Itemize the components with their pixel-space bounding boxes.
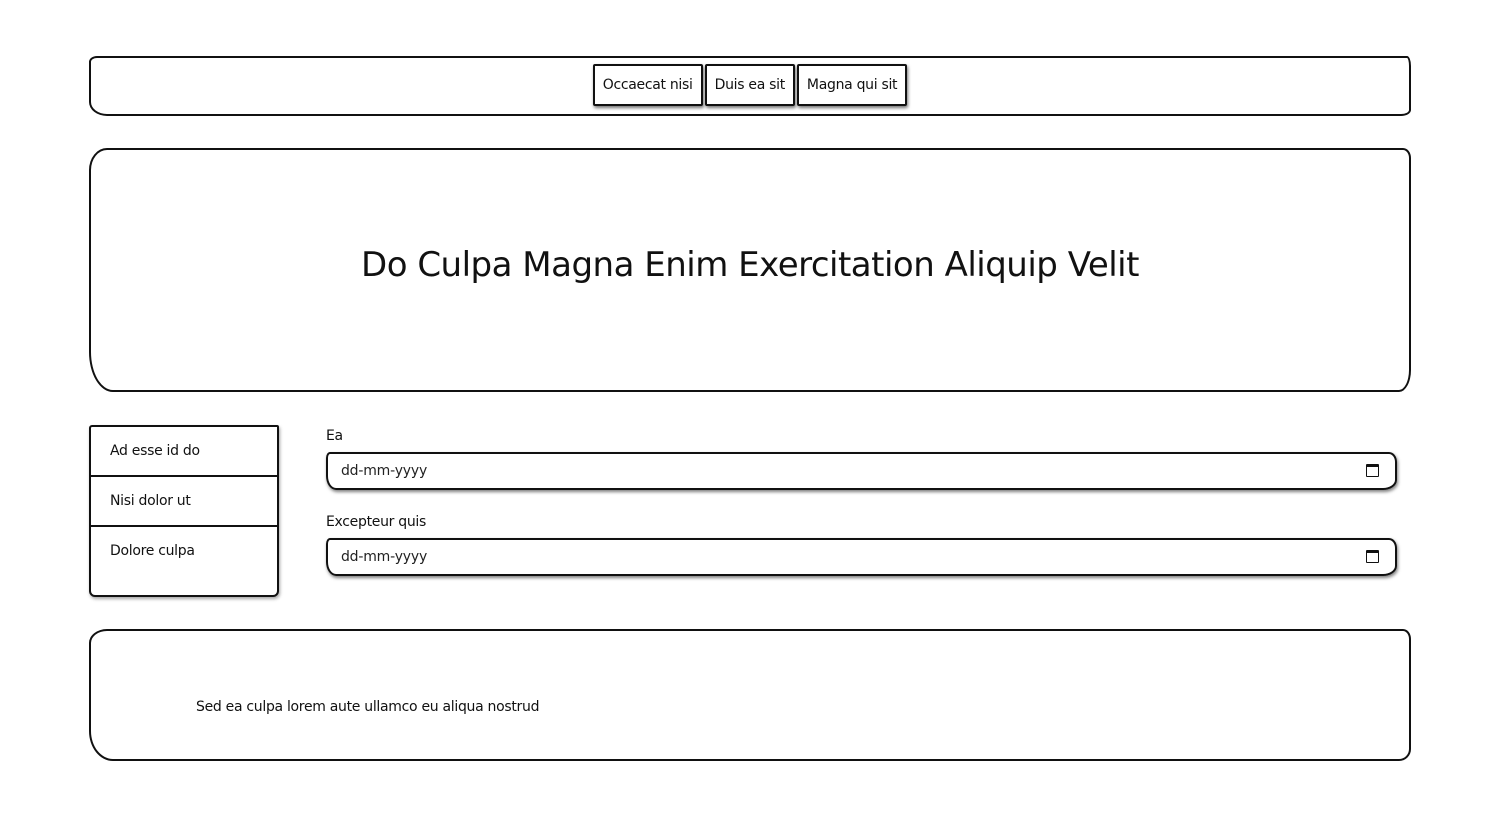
sidebar-item-nisi-dolor-ut[interactable]: Nisi dolor ut — [91, 477, 277, 527]
date-form: Ea dd-mm-yyyy Excepteur quis dd-mm-yyyy — [326, 426, 1398, 598]
sidebar-item-ad-esse-id-do[interactable]: Ad esse id do — [91, 427, 277, 477]
sidebar-list: Ad esse id do Nisi dolor ut Dolore culpa — [89, 425, 279, 597]
calendar-icon[interactable] — [1366, 464, 1379, 477]
field-label-ea: Ea — [326, 428, 343, 444]
date-input-placeholder: dd-mm-yyyy — [341, 463, 428, 479]
nav-button-duis-ea-sit[interactable]: Duis ea sit — [704, 64, 795, 106]
nav-button-occaecat-nisi[interactable]: Occaecat nisi — [592, 64, 703, 106]
field-label-excepteur-quis: Excepteur quis — [326, 514, 427, 530]
calendar-icon[interactable] — [1366, 550, 1379, 563]
sidebar-item-dolore-culpa[interactable]: Dolore culpa — [91, 527, 277, 577]
page: Occaecat nisi Duis ea sit Magna qui sit … — [0, 0, 1500, 817]
date-input-ea[interactable]: dd-mm-yyyy — [326, 452, 1397, 490]
page-title: Do Culpa Magna Enim Exercitation Aliquip… — [361, 245, 1139, 285]
top-navigation: Occaecat nisi Duis ea sit Magna qui sit — [89, 56, 1411, 116]
hero-banner: Do Culpa Magna Enim Exercitation Aliquip… — [89, 148, 1411, 392]
nav-button-group: Occaecat nisi Duis ea sit Magna qui sit — [592, 64, 908, 106]
date-input-excepteur-quis[interactable]: dd-mm-yyyy — [326, 538, 1397, 576]
footer-text: Sed ea culpa lorem aute ullamco eu aliqu… — [196, 699, 540, 715]
nav-button-magna-qui-sit[interactable]: Magna qui sit — [796, 64, 908, 106]
footer: Sed ea culpa lorem aute ullamco eu aliqu… — [89, 629, 1411, 761]
date-input-placeholder: dd-mm-yyyy — [341, 549, 428, 565]
